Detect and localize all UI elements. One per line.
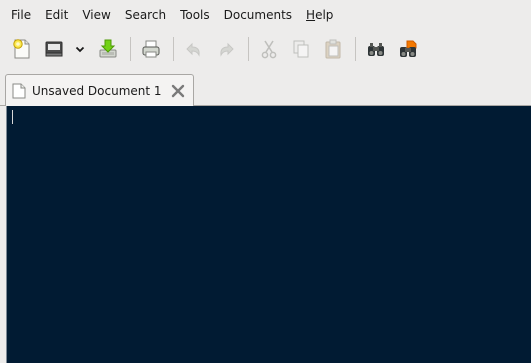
menu-help-label-rest: elp <box>315 7 334 22</box>
toolbar-separator <box>130 37 131 61</box>
menu-edit[interactable]: Edit <box>38 4 75 25</box>
text-editor[interactable] <box>6 106 531 363</box>
redo-button[interactable] <box>212 35 240 63</box>
redo-icon <box>220 42 234 57</box>
open-icon <box>45 41 63 57</box>
menu-bar: File Edit View Search Tools Documents He… <box>0 0 531 28</box>
open-button[interactable] <box>40 35 68 63</box>
new-document-button[interactable] <box>8 35 36 63</box>
menu-help-mnemonic: H <box>306 7 316 22</box>
close-icon[interactable] <box>171 84 185 98</box>
tab-unsaved-document-1[interactable]: Unsaved Document 1 <box>5 74 194 106</box>
text-caret <box>12 110 13 124</box>
print-icon <box>142 40 160 58</box>
cut-button[interactable] <box>255 35 283 63</box>
editor-content[interactable] <box>12 110 531 363</box>
toolbar <box>0 29 531 69</box>
find-replace-icon <box>400 40 417 57</box>
tab-label: Unsaved Document 1 <box>32 83 162 98</box>
paste-button[interactable] <box>319 35 347 63</box>
menu-help[interactable]: Help <box>299 4 340 25</box>
find-icon <box>368 43 384 56</box>
copy-button[interactable] <box>287 35 315 63</box>
find-replace-button[interactable] <box>394 35 422 63</box>
toolbar-separator <box>355 37 356 61</box>
menu-tools[interactable]: Tools <box>173 4 217 25</box>
undo-button[interactable] <box>180 35 208 63</box>
menu-search[interactable]: Search <box>118 4 173 25</box>
copy-icon <box>293 40 309 58</box>
document-icon <box>12 83 26 98</box>
document-tabs: Unsaved Document 1 <box>0 72 531 106</box>
paste-icon <box>325 39 341 59</box>
cut-icon <box>261 40 277 59</box>
new-document-icon <box>13 39 30 59</box>
menu-file[interactable]: File <box>4 4 38 25</box>
toolbar-separator <box>248 37 249 61</box>
toolbar-separator <box>173 37 174 61</box>
menu-view[interactable]: View <box>75 4 117 25</box>
save-icon <box>99 39 117 58</box>
open-recent-dropdown[interactable] <box>72 35 88 63</box>
print-button[interactable] <box>137 35 165 63</box>
find-button[interactable] <box>362 35 390 63</box>
save-button[interactable] <box>94 35 122 63</box>
chevron-down-icon <box>75 46 85 53</box>
menu-documents[interactable]: Documents <box>217 4 299 25</box>
undo-icon <box>186 42 200 57</box>
